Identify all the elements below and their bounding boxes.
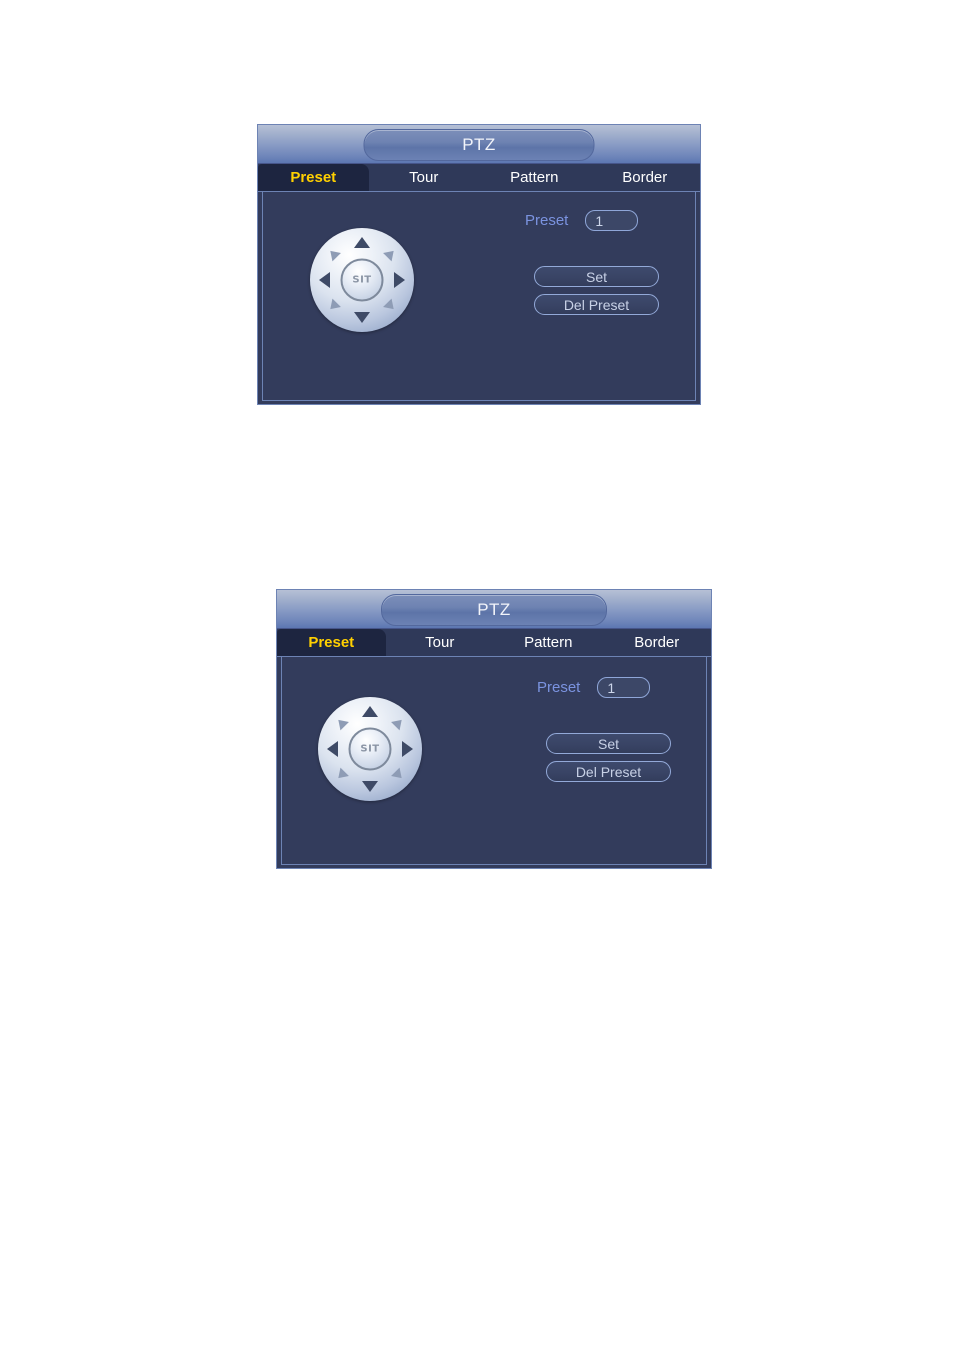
tab-pattern[interactable]: Pattern — [479, 164, 590, 191]
tab-border-label: Border — [634, 634, 680, 651]
tab-tour[interactable]: Tour — [369, 164, 480, 191]
tab-pattern-label: Pattern — [524, 634, 573, 651]
page-title: PTZ — [477, 600, 511, 619]
up-arrow-icon[interactable] — [354, 237, 370, 248]
ptz-direction-pad[interactable]: SIT — [318, 697, 422, 801]
tab-bar: Preset Tour Pattern Border — [277, 629, 712, 657]
tab-tour[interactable]: Tour — [386, 629, 495, 656]
tab-tour-label: Tour — [409, 169, 439, 186]
tab-tour-label: Tour — [425, 634, 455, 651]
dialog-title-pill: PTZ — [381, 594, 607, 626]
down-left-arrow-icon[interactable] — [326, 298, 341, 314]
preset-field-row: Preset 1 — [537, 677, 651, 698]
tab-preset[interactable]: Preset — [258, 164, 369, 192]
ptz-direction-pad[interactable]: SIT — [310, 228, 414, 332]
tab-border[interactable]: Border — [603, 629, 712, 656]
preset-label: Preset — [537, 679, 581, 696]
tab-preset[interactable]: Preset — [277, 629, 386, 657]
del-preset-button[interactable]: Del Preset — [546, 761, 671, 782]
left-arrow-icon[interactable] — [319, 272, 330, 288]
ptz-center-label: SIT — [360, 743, 380, 755]
set-button[interactable]: Set — [534, 266, 659, 287]
dialog-titlebar: PTZ — [277, 590, 711, 629]
down-right-arrow-icon[interactable] — [391, 767, 406, 783]
preset-input[interactable]: 1 — [585, 210, 639, 231]
up-arrow-icon[interactable] — [362, 706, 378, 717]
preset-label: Preset — [525, 212, 569, 229]
up-left-arrow-icon[interactable] — [334, 715, 349, 731]
ptz-center-button[interactable]: SIT — [340, 258, 384, 302]
tab-border-label: Border — [622, 169, 668, 186]
tab-bar: Preset Tour Pattern Border — [258, 164, 701, 192]
down-left-arrow-icon[interactable] — [334, 767, 349, 783]
right-arrow-icon[interactable] — [394, 272, 405, 288]
down-arrow-icon[interactable] — [362, 781, 378, 792]
tab-pattern[interactable]: Pattern — [494, 629, 603, 656]
ptz-dialog-lower: PTZ Preset Tour Pattern Border SIT Prese… — [276, 589, 712, 869]
ptz-center-button[interactable]: SIT — [348, 727, 392, 771]
tab-preset-label: Preset — [308, 634, 355, 651]
ptz-dialog-upper: PTZ Preset Tour Pattern Border SIT Prese… — [257, 124, 701, 405]
page-title: PTZ — [462, 135, 496, 154]
down-arrow-icon[interactable] — [354, 312, 370, 323]
dialog-title-pill: PTZ — [363, 129, 595, 161]
content-frame: SIT Preset 1 Set Del Preset — [262, 192, 696, 401]
left-arrow-icon[interactable] — [327, 741, 338, 757]
set-button[interactable]: Set — [546, 733, 671, 754]
up-right-arrow-icon[interactable] — [391, 715, 406, 731]
preset-input[interactable]: 1 — [597, 677, 651, 698]
down-right-arrow-icon[interactable] — [383, 298, 398, 314]
tab-content-preset: SIT Preset 1 Set Del Preset — [277, 656, 711, 868]
content-frame: SIT Preset 1 Set Del Preset — [281, 657, 707, 865]
del-preset-button[interactable]: Del Preset — [534, 294, 659, 315]
tab-pattern-label: Pattern — [510, 169, 559, 186]
up-left-arrow-icon[interactable] — [326, 246, 341, 262]
tab-border[interactable]: Border — [590, 164, 701, 191]
ptz-center-label: SIT — [352, 274, 372, 286]
right-arrow-icon[interactable] — [402, 741, 413, 757]
dialog-titlebar: PTZ — [258, 125, 700, 164]
tab-preset-label: Preset — [290, 169, 337, 186]
tab-content-preset: SIT Preset 1 Set Del Preset — [258, 191, 700, 404]
up-right-arrow-icon[interactable] — [383, 246, 398, 262]
preset-field-row: Preset 1 — [525, 210, 639, 231]
